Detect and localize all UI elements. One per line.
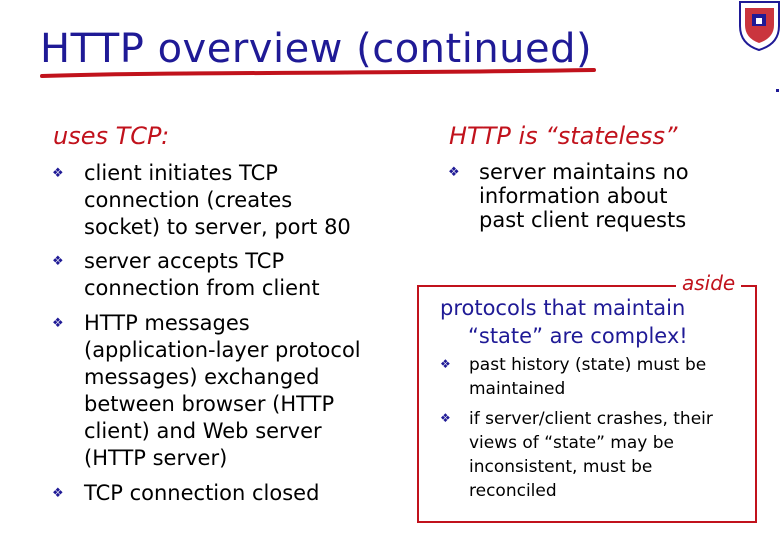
diamond-bullet-icon: ❖ bbox=[52, 254, 64, 269]
bullet-line: server accepts TCP bbox=[84, 249, 285, 273]
bullet-line: (application-layer protocol bbox=[84, 338, 361, 362]
bullet-line: client) and Web server bbox=[84, 419, 322, 443]
bullet-line: information about bbox=[479, 184, 668, 208]
diamond-bullet-icon: ❖ bbox=[440, 357, 451, 371]
bullet-line: between browser (HTTP bbox=[84, 392, 335, 416]
aside-title-line: “state” are complex! bbox=[468, 324, 688, 348]
bullet-line: socket) to server, port 80 bbox=[84, 215, 351, 239]
bullet-line: if server/client crashes, their bbox=[469, 409, 713, 429]
right-heading: HTTP is “stateless” bbox=[449, 122, 678, 150]
bullet-line: inconsistent, must be bbox=[469, 457, 653, 477]
left-heading: uses TCP: bbox=[53, 122, 170, 150]
bullet-line: connection (creates bbox=[84, 188, 293, 212]
bullet-line: (HTTP server) bbox=[84, 446, 228, 470]
list-item: ❖ TCP connection closed bbox=[50, 480, 424, 507]
list-item: ❖ server accepts TCP connection from cli… bbox=[50, 248, 424, 302]
bullet-line: TCP connection closed bbox=[84, 481, 320, 505]
list-item: ❖ server maintains no information about … bbox=[446, 160, 759, 232]
list-item: ❖ past history (state) must be maintaine… bbox=[440, 353, 765, 401]
university-seal-icon bbox=[739, 1, 780, 52]
bullet-line: reconciled bbox=[469, 481, 557, 501]
bullet-line: views of “state” may be bbox=[469, 433, 674, 453]
list-item: ❖ client initiates TCP connection (creat… bbox=[50, 160, 424, 241]
diamond-bullet-icon: ❖ bbox=[52, 166, 64, 181]
bullet-line: maintained bbox=[469, 379, 566, 399]
bullet-line: connection from client bbox=[84, 276, 320, 300]
bullet-line: past client requests bbox=[479, 208, 687, 232]
title-underline bbox=[40, 68, 596, 78]
bullet-line: past history (state) must be bbox=[469, 355, 707, 375]
diamond-bullet-icon: ❖ bbox=[440, 411, 451, 425]
list-item: ❖ HTTP messages (application-layer proto… bbox=[50, 310, 424, 472]
bullet-line: messages) exchanged bbox=[84, 365, 320, 389]
diamond-bullet-icon: ❖ bbox=[52, 486, 64, 501]
list-item: ❖ if server/client crashes, their views … bbox=[440, 407, 765, 503]
aside-title-line: protocols that maintain bbox=[440, 296, 686, 320]
bullet-line: HTTP messages bbox=[84, 311, 250, 335]
bullet-line: server maintains no bbox=[479, 160, 689, 184]
diamond-bullet-icon: ❖ bbox=[448, 165, 460, 180]
decorative-dot bbox=[776, 89, 779, 92]
aside-label: aside bbox=[676, 271, 742, 295]
aside-title: protocols that maintain “state” are comp… bbox=[440, 294, 740, 350]
bullet-line: client initiates TCP bbox=[84, 161, 278, 185]
diamond-bullet-icon: ❖ bbox=[52, 316, 64, 331]
